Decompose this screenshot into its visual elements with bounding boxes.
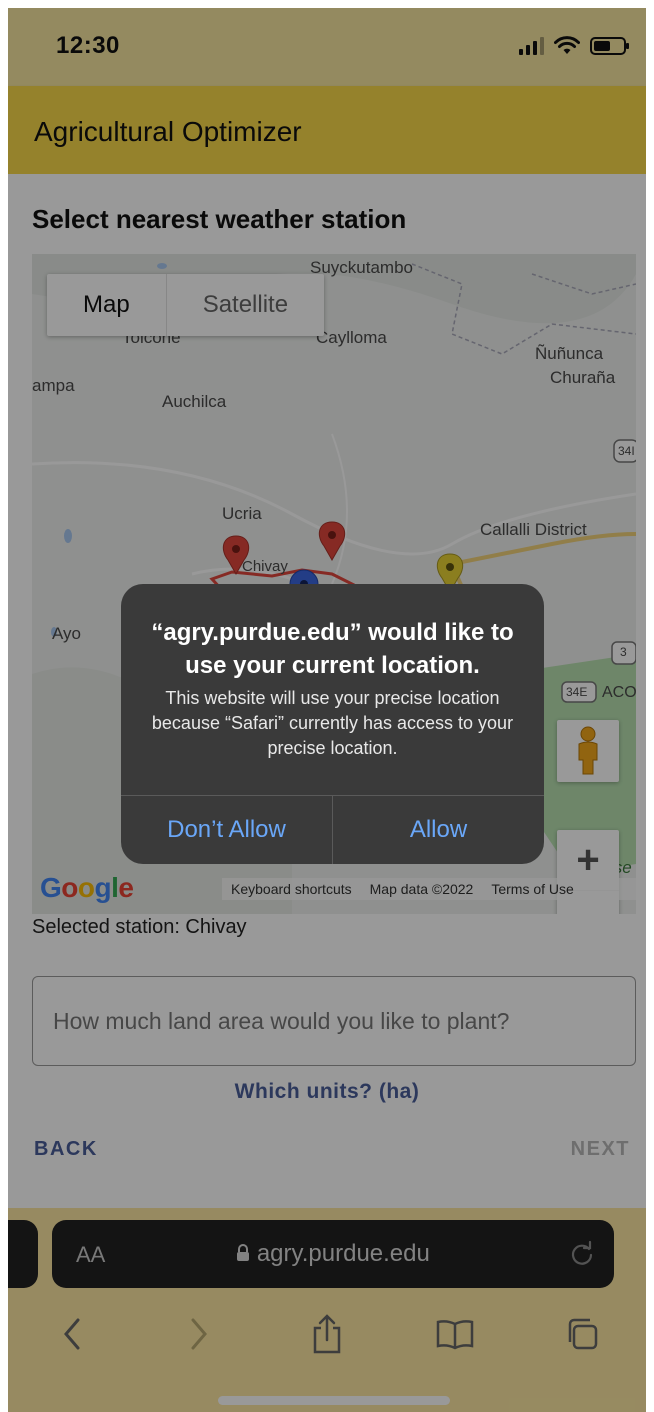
wifi-icon [554, 36, 580, 54]
back-button[interactable]: BACK [34, 1138, 98, 1161]
map-label: Ucria [222, 504, 262, 523]
map-label: Ayo [52, 624, 81, 643]
land-area-input[interactable] [32, 976, 636, 1066]
app-bar: Agricultural Optimizer [8, 86, 646, 174]
next-button[interactable]: NEXT [571, 1138, 630, 1161]
map-label: Suyckutambo [310, 258, 413, 277]
safari-toolbar: AA agry.purdue.edu [8, 1208, 646, 1412]
road-shield-label: 34E [566, 685, 588, 699]
tabs-button[interactable] [562, 1314, 602, 1354]
status-bar: 12:30 [8, 8, 646, 86]
section-title: Select nearest weather station [32, 204, 407, 234]
battery-icon [590, 37, 629, 55]
keyboard-shortcuts-link[interactable]: Keyboard shortcuts [222, 881, 361, 897]
chevron-right-icon [191, 1318, 208, 1350]
map-label: Churaña [550, 368, 616, 387]
home-indicator [218, 1396, 450, 1405]
safari-nav-toolbar [8, 1304, 646, 1364]
screen: 12:30 Agricultural Optimizer Select near… [8, 8, 646, 1412]
google-logo: Google [40, 872, 134, 903]
map-footer: Keyboard shortcuts Map data ©2022 Terms … [222, 878, 636, 900]
signal-icon [519, 37, 544, 55]
map-label: ampa [32, 376, 75, 395]
road-shield-label: 3 [620, 645, 627, 659]
back-nav-button[interactable] [52, 1314, 92, 1354]
map-data-credit: Map data ©2022 [369, 881, 474, 897]
street-view-pegman[interactable] [557, 720, 619, 782]
app-title: Agricultural Optimizer [34, 116, 302, 147]
share-icon [313, 1314, 341, 1354]
allow-button[interactable]: Allow [333, 796, 544, 864]
map-label: Ñuñunca [535, 344, 604, 363]
units-selector[interactable]: Which units? (ha) [8, 1080, 646, 1104]
share-button[interactable] [307, 1314, 347, 1354]
road-shield-label: 34I [618, 444, 635, 458]
url-display: agry.purdue.edu [52, 1240, 614, 1268]
map-label: Caylloma [316, 328, 387, 347]
status-icons [519, 36, 629, 56]
map-type-toggle: Map Satellite [47, 274, 325, 336]
tabs-icon [568, 1318, 598, 1350]
selected-station-text: Selected station: Chivay [32, 916, 247, 938]
url-text: agry.purdue.edu [256, 1240, 430, 1267]
dont-allow-button[interactable]: Don’t Allow [121, 796, 332, 864]
zoom-control: + − [557, 830, 619, 914]
lock-icon [237, 1244, 250, 1261]
forward-nav-button[interactable] [179, 1314, 219, 1354]
map-label: Auchilca [162, 392, 227, 411]
status-time: 12:30 [56, 32, 120, 59]
chevron-left-icon [63, 1318, 80, 1350]
map-label: Chivay [242, 558, 288, 575]
terms-of-use-link[interactable]: Terms of Use [482, 881, 582, 897]
pegman-icon [578, 726, 598, 775]
map-type-satellite-button[interactable]: Satellite [165, 274, 324, 336]
map-label: Callalli District [480, 520, 587, 539]
alert-message: This website will use your precise locat… [151, 688, 514, 758]
reload-icon[interactable] [568, 1240, 596, 1268]
address-bar[interactable]: AA agry.purdue.edu [52, 1220, 614, 1288]
alert-title: “agry.purdue.edu” would like to use your… [151, 619, 514, 679]
map-type-map-button[interactable]: Map [47, 274, 166, 336]
bookmarks-button[interactable] [435, 1314, 475, 1354]
location-permission-alert: “agry.purdue.edu” would like to use your… [121, 584, 544, 864]
map-label: ACO [602, 684, 636, 701]
book-icon [436, 1320, 473, 1350]
previous-tab-stub[interactable] [8, 1220, 38, 1288]
